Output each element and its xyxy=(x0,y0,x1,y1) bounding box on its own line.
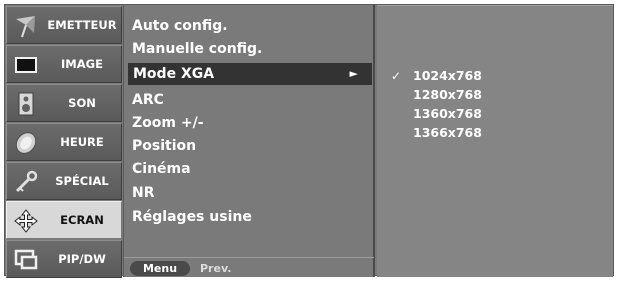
ecran-menu: Auto config. Manuelle config. Mode XGA ►… xyxy=(123,5,375,277)
menu-item-position[interactable]: Position xyxy=(132,135,196,157)
antenna-icon xyxy=(16,16,35,38)
key-icon xyxy=(15,170,38,193)
xga-option-1366x768[interactable]: 1366x768 xyxy=(413,124,482,142)
tab-label: PIP/DW xyxy=(58,252,106,266)
menu-button[interactable]: Menu xyxy=(130,261,190,276)
screen-icon xyxy=(15,57,37,73)
menu-item-cinema[interactable]: Cinéma xyxy=(132,158,191,180)
tab-label: EMETTEUR xyxy=(47,18,117,32)
xga-option-1280x768[interactable]: 1280x768 xyxy=(413,86,482,104)
menu-item-manuelle-config[interactable]: Manuelle config. xyxy=(132,38,262,60)
tab-label: HEURE xyxy=(60,135,104,149)
tab-special[interactable]: SPÉCIAL xyxy=(6,162,122,200)
tab-son[interactable]: SON xyxy=(6,84,122,122)
xga-option-1360x768[interactable]: 1360x768 xyxy=(413,105,482,123)
menu-item-label: Mode XGA xyxy=(133,66,215,82)
tab-heure[interactable]: HEURE xyxy=(6,123,122,161)
clock-icon xyxy=(15,132,37,154)
cursor-move-icon xyxy=(14,209,38,233)
xga-option-1024x768[interactable]: 1024x768 xyxy=(413,67,482,85)
tab-label: ECRAN xyxy=(60,213,104,227)
menu-item-auto-config[interactable]: Auto config. xyxy=(132,15,228,37)
tab-label: IMAGE xyxy=(61,57,103,71)
submenu-arrow-icon: ► xyxy=(349,67,358,80)
prev-hint: Prev. xyxy=(200,262,232,275)
menu-item-zoom[interactable]: Zoom +/- xyxy=(132,112,204,134)
menu-item-nr[interactable]: NR xyxy=(132,182,155,204)
check-icon: ✓ xyxy=(391,69,402,83)
tab-emetteur[interactable]: EMETTEUR xyxy=(6,6,122,44)
pip-icon xyxy=(14,249,38,270)
xga-mode-submenu: ✓ 1024x768 1280x768 1360x768 1366x768 xyxy=(377,5,613,277)
menu-footer: Menu Prev. xyxy=(124,257,374,278)
menu-item-reglages-usine[interactable]: Réglages usine xyxy=(132,206,252,228)
tab-pip-dw[interactable]: PIP/DW xyxy=(6,240,122,278)
tab-label: SPÉCIAL xyxy=(55,174,109,188)
category-tabs: EMETTEUR IMAGE SON HEURE SPÉCIAL ECRAN P… xyxy=(5,5,123,278)
tab-label: SON xyxy=(68,96,96,110)
speaker-icon xyxy=(18,92,34,116)
osd-menu: EMETTEUR IMAGE SON HEURE SPÉCIAL ECRAN P… xyxy=(4,4,614,278)
tab-ecran[interactable]: ECRAN xyxy=(6,201,122,239)
menu-item-arc[interactable]: ARC xyxy=(132,89,164,111)
menu-item-mode-xga[interactable]: Mode XGA ► xyxy=(128,63,372,85)
tab-image[interactable]: IMAGE xyxy=(6,45,122,83)
